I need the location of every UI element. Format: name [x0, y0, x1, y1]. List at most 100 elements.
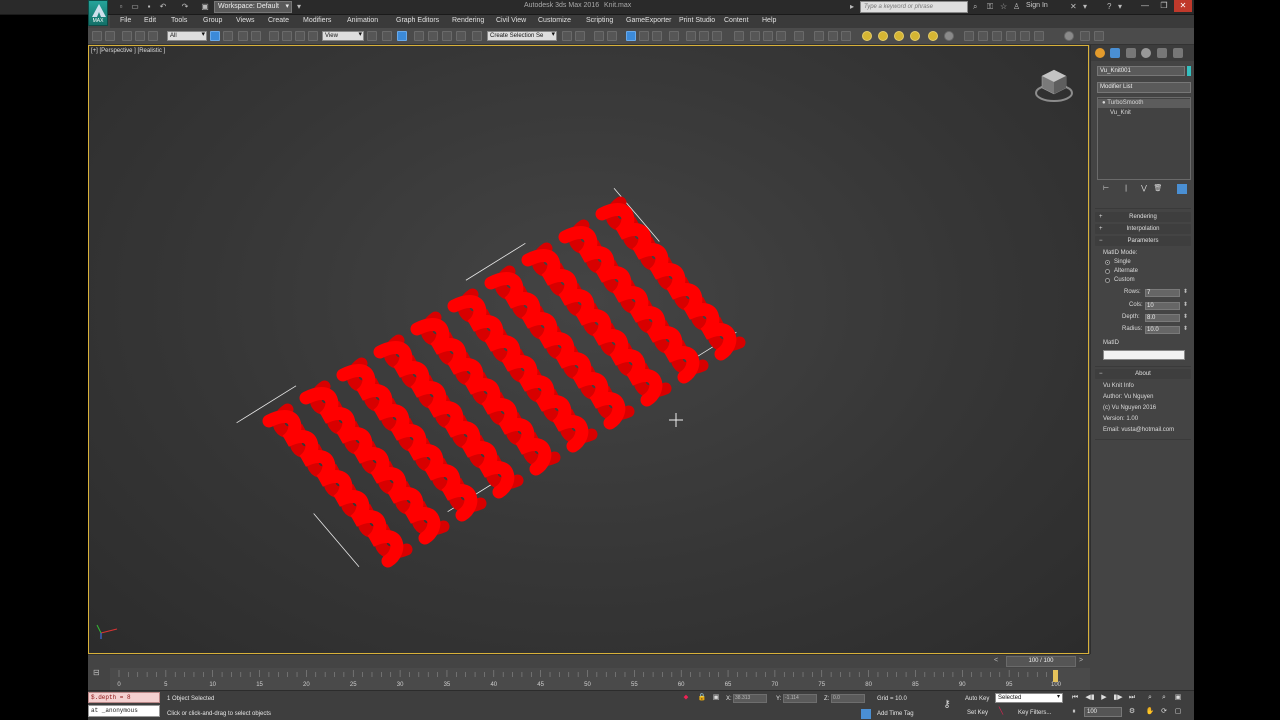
- sphere-icon[interactable]: [944, 31, 954, 41]
- maximize-viewport-icon[interactable]: ▢: [1173, 707, 1183, 717]
- render-production-icon[interactable]: [712, 31, 722, 41]
- sun-icon[interactable]: [928, 31, 938, 41]
- current-frame-marker[interactable]: [1053, 670, 1058, 682]
- remove-modifier-icon[interactable]: 🗑: [1153, 184, 1163, 194]
- set-key-button[interactable]: Set Key: [967, 710, 988, 716]
- menu-graph-editors[interactable]: Graph Editors: [396, 17, 439, 24]
- go-to-end-icon[interactable]: ⏭: [1127, 693, 1137, 703]
- light-3-icon[interactable]: [894, 31, 904, 41]
- light-1-icon[interactable]: [862, 31, 872, 41]
- extra-tool-10-icon[interactable]: [1034, 31, 1044, 41]
- quick-access-dropdown-icon[interactable]: ▾: [294, 2, 304, 12]
- align-tools-3-icon[interactable]: [776, 31, 786, 41]
- snaps-toggle-icon[interactable]: [414, 31, 424, 41]
- menu-animation[interactable]: Animation: [347, 17, 378, 24]
- extra-tool-9-icon[interactable]: [1020, 31, 1030, 41]
- curve-editor-icon[interactable]: [639, 31, 649, 41]
- menu-views[interactable]: Views: [236, 17, 255, 24]
- menu-help[interactable]: Help: [762, 17, 776, 24]
- light-4-icon[interactable]: [910, 31, 920, 41]
- search-menu-icon[interactable]: ▸: [850, 2, 854, 11]
- extra-tool-2-icon[interactable]: [814, 31, 824, 41]
- selection-filter-dropdown[interactable]: All: [167, 31, 207, 41]
- depth-spinner[interactable]: 8.0: [1145, 314, 1188, 322]
- layer-manager-icon[interactable]: [607, 31, 617, 41]
- named-selection-sets-dropdown[interactable]: Create Selection Se: [487, 31, 557, 41]
- select-by-name-icon[interactable]: [223, 31, 233, 41]
- object-name-field[interactable]: Vu_Knit001: [1097, 66, 1185, 76]
- layer-explorer-icon[interactable]: [594, 31, 604, 41]
- utilities-tab-icon[interactable]: [1173, 48, 1183, 58]
- frame-counter[interactable]: 100 / 100: [1006, 656, 1076, 667]
- container-tools-icon[interactable]: [734, 31, 744, 41]
- key-filters-button[interactable]: Key Filters...: [1018, 710, 1051, 716]
- save-file-icon[interactable]: ▪: [144, 2, 154, 12]
- rollout-parameters[interactable]: − Parameters: [1095, 236, 1191, 246]
- object-color-swatch[interactable]: [1187, 66, 1191, 76]
- graphite-ribbon-icon[interactable]: [626, 31, 636, 41]
- exchange-apps-icon[interactable]: ✕: [1070, 2, 1077, 11]
- rollout-rendering[interactable]: + Rendering: [1095, 212, 1191, 222]
- play-icon[interactable]: ▶: [1099, 693, 1109, 703]
- knit-object-canvas[interactable]: [89, 46, 1089, 654]
- extra-tool-3-icon[interactable]: [828, 31, 838, 41]
- maxscript-mini-listener[interactable]: $.depth = 8: [88, 692, 160, 703]
- rows-spinner[interactable]: 7: [1145, 289, 1188, 297]
- menu-scripting[interactable]: Scripting: [586, 17, 613, 24]
- reference-coordinate-dropdown[interactable]: View: [322, 31, 364, 41]
- app-menu-button[interactable]: MAX: [88, 0, 108, 26]
- maximize-button[interactable]: ❐: [1155, 0, 1173, 12]
- binoculars-icon[interactable]: ⌕: [973, 2, 977, 12]
- extra-tool-8-icon[interactable]: [1006, 31, 1016, 41]
- zoom-icon[interactable]: ⌕: [1145, 693, 1155, 703]
- radio-custom[interactable]: [1105, 278, 1110, 283]
- pan-view-icon[interactable]: ✋: [1145, 707, 1155, 717]
- select-object-icon[interactable]: [210, 31, 220, 41]
- rollout-interpolation[interactable]: + Interpolation: [1095, 224, 1191, 234]
- spinner-snap-icon[interactable]: [456, 31, 466, 41]
- align-tools-2-icon[interactable]: [763, 31, 773, 41]
- edit-named-selection-icon[interactable]: [472, 31, 482, 41]
- rollout-about[interactable]: − About: [1095, 369, 1191, 379]
- mirror-icon[interactable]: [562, 31, 572, 41]
- favorites-star-icon[interactable]: ☆: [1000, 2, 1007, 11]
- angle-snap-icon[interactable]: [428, 31, 438, 41]
- menu-tools[interactable]: Tools: [171, 17, 187, 24]
- extra-tool-5-icon[interactable]: [964, 31, 974, 41]
- search-input[interactable]: Type a keyword or phrase: [860, 1, 968, 13]
- menu-content[interactable]: Content: [724, 17, 749, 24]
- orbit-icon[interactable]: ⟳: [1159, 707, 1169, 717]
- schematic-view-icon[interactable]: [652, 31, 662, 41]
- keyboard-shortcut-override-icon[interactable]: [397, 31, 407, 41]
- time-tag-icon[interactable]: [861, 709, 871, 719]
- create-tab-icon[interactable]: [1095, 48, 1105, 58]
- zoom-all-icon[interactable]: ⌕: [1159, 693, 1169, 703]
- rectangular-selection-icon[interactable]: [238, 31, 248, 41]
- selection-lock-icon[interactable]: 🔒: [697, 693, 707, 703]
- hierarchy-tab-icon[interactable]: [1126, 48, 1136, 58]
- scale-icon[interactable]: [295, 31, 305, 41]
- sphere-2-icon[interactable]: [1064, 31, 1074, 41]
- close-button[interactable]: ✕: [1174, 0, 1192, 12]
- menu-edit[interactable]: Edit: [144, 17, 156, 24]
- menu-rendering[interactable]: Rendering: [452, 17, 484, 24]
- help-icon[interactable]: ?: [1107, 2, 1111, 11]
- prev-frame-icon[interactable]: <: [994, 657, 998, 664]
- extra-tool-7-icon[interactable]: [992, 31, 1002, 41]
- menu-group[interactable]: Group: [203, 17, 222, 24]
- extra-tool-4-icon[interactable]: [841, 31, 851, 41]
- menu-modifiers[interactable]: Modifiers: [303, 17, 331, 24]
- extra-tool-1-icon[interactable]: [794, 31, 804, 41]
- radio-alternate[interactable]: [1105, 269, 1110, 274]
- matid-field[interactable]: [1103, 350, 1185, 360]
- open-file-icon[interactable]: ▭: [130, 2, 140, 12]
- add-time-tag[interactable]: Add Time Tag: [877, 711, 914, 717]
- absolute-mode-icon[interactable]: ▣: [711, 693, 721, 703]
- redo-icon[interactable]: ↷: [180, 2, 190, 12]
- minimize-button[interactable]: —: [1136, 0, 1154, 12]
- time-config-icon[interactable]: ⚙: [1127, 707, 1137, 717]
- menu-create[interactable]: Create: [268, 17, 289, 24]
- radius-spinner[interactable]: 10.0: [1145, 326, 1188, 334]
- track-bar[interactable]: 0 5 10 15 20 25 30 35 40 45 50 55 60 65 70 75 80 85 90 95 10…: [110, 668, 1090, 690]
- sign-in-link[interactable]: Sign In: [1026, 2, 1048, 9]
